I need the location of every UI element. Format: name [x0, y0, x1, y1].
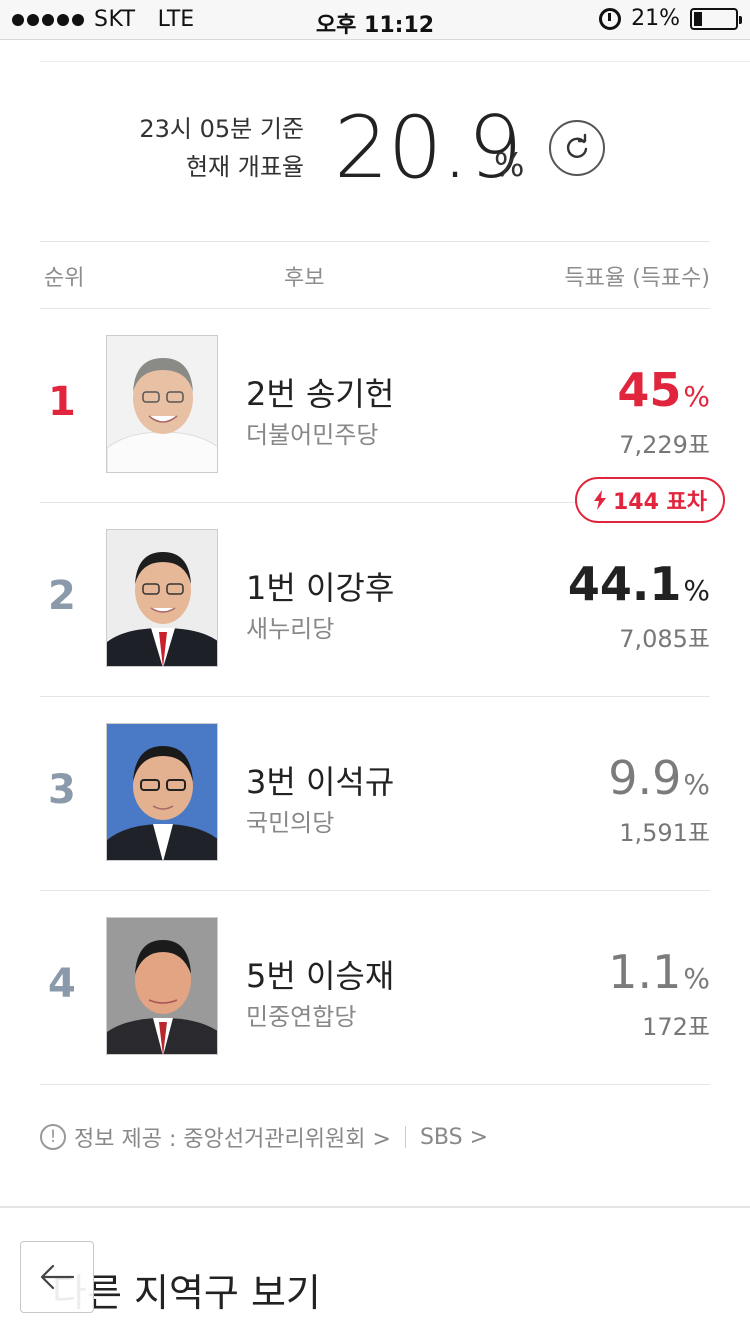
vote-count: 1,591표	[619, 819, 710, 847]
candidate-party: 국민의당	[246, 809, 335, 837]
vote-count: 7,229표	[619, 431, 710, 459]
divider	[40, 61, 750, 62]
candidate-photo	[106, 529, 218, 667]
info-icon: !	[40, 1124, 66, 1150]
vote-gap-text: 144 표차	[612, 490, 708, 515]
vote-count: 172표	[642, 1013, 710, 1041]
vote-share: 45%	[617, 363, 710, 417]
candidate-row[interactable]: 4 5번 이승재 민중연합당 1.1% 172표	[40, 891, 710, 1085]
candidate-photo	[106, 723, 218, 861]
candidate-row[interactable]: 1 2번 송기헌 더불어민주당 45% 7,229표	[40, 309, 710, 503]
status-right: 21%	[599, 6, 742, 31]
candidate-name: 2번 송기헌	[246, 375, 395, 413]
battery-percent: 21%	[631, 6, 680, 31]
refresh-button[interactable]	[549, 120, 605, 176]
candidate-photo	[106, 917, 218, 1055]
rank: 1	[48, 379, 76, 425]
candidate-name: 3번 이석규	[246, 763, 395, 801]
bottom-bar: 다른 지역구 보기	[0, 1206, 750, 1334]
count-rate-unit: %	[494, 146, 525, 184]
candidate-name: 5번 이승재	[246, 957, 395, 995]
refresh-icon	[566, 133, 588, 158]
source-info: ! 정보 제공 : 중앙선거관리위원회 > SBS >	[40, 1121, 488, 1153]
alarm-icon	[599, 7, 622, 30]
col-rate: 득표율 (득표수)	[564, 266, 710, 291]
sbs-link[interactable]: SBS >	[420, 1125, 488, 1150]
col-rank: 순위	[44, 266, 85, 291]
rank: 2	[48, 573, 76, 619]
arrow-left-icon	[40, 1264, 75, 1290]
candidate-name: 1번 이강후	[246, 569, 395, 607]
candidate-party: 민중연합당	[246, 1003, 357, 1031]
candidate-photo	[106, 335, 218, 473]
candidate-row[interactable]: 3 3번 이석규 국민의당 9.9% 1,591표	[40, 697, 710, 891]
candidate-party: 더불어민주당	[246, 421, 379, 449]
status-bar: SKT LTE 오후 11:12 21%	[0, 0, 750, 40]
rank: 4	[48, 961, 76, 1007]
vote-share: 44.1%	[567, 557, 710, 611]
results-table-header: 순위 후보 득표율 (득표수)	[40, 241, 710, 309]
vote-count: 7,085표	[619, 625, 710, 653]
battery-icon	[690, 7, 742, 30]
count-rate-label: 23시 05분 기준 현재 개표율	[139, 110, 304, 186]
time-basis: 23시 05분 기준	[139, 115, 304, 143]
separator	[404, 1126, 406, 1148]
vote-share: 1.1%	[608, 945, 710, 999]
vote-share: 9.9%	[608, 751, 710, 805]
col-candidate: 후보	[284, 266, 325, 291]
candidate-party: 새누리당	[246, 615, 335, 643]
lightning-icon	[593, 490, 606, 510]
rank: 3	[48, 767, 76, 813]
count-label: 현재 개표율	[185, 153, 304, 181]
back-button[interactable]	[20, 1241, 94, 1313]
candidate-row[interactable]: 2 1번 이강후 새누리당 44.1% 7,085표	[40, 503, 710, 697]
source-link[interactable]: 정보 제공 : 중앙선거관리위원회 >	[74, 1121, 391, 1153]
vote-gap-badge: 144 표차	[575, 477, 725, 523]
